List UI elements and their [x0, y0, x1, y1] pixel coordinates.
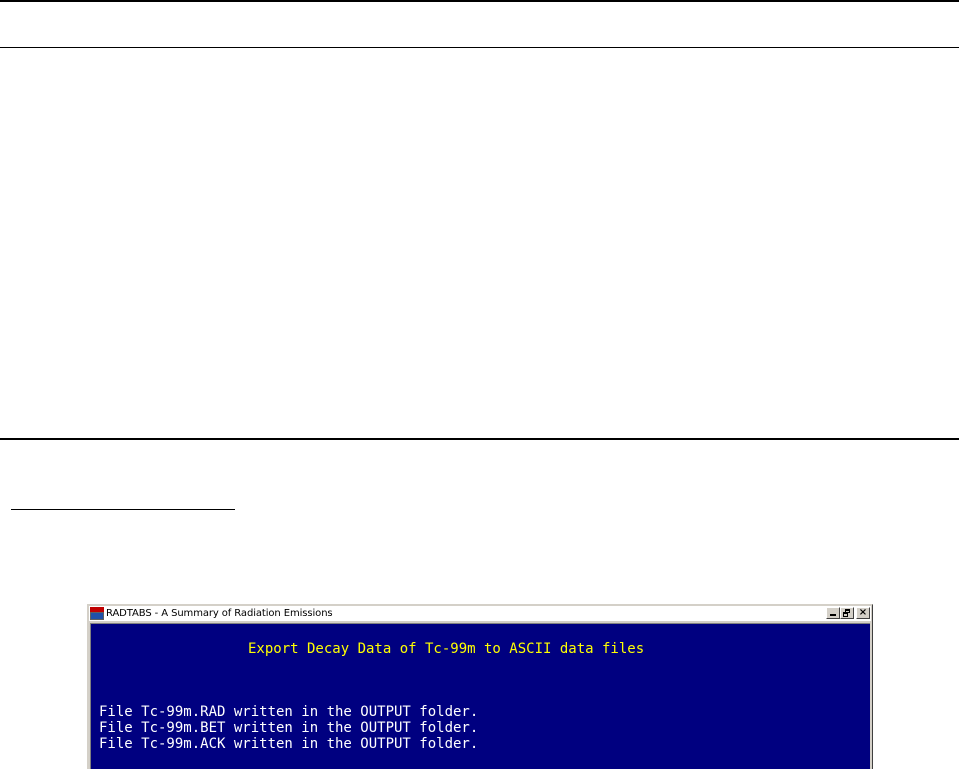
window-controls: × [826, 607, 870, 619]
footnote-rule [11, 509, 235, 510]
window-title: RADTABS - A Summary of Radiation Emissio… [106, 608, 333, 619]
minimize-icon [830, 614, 836, 616]
console-line: File Tc-99m.BET written in the OUTPUT fo… [99, 720, 479, 736]
minimize-button[interactable] [826, 607, 840, 619]
section-rule [0, 438, 959, 440]
close-button[interactable]: × [856, 607, 870, 619]
window-titlebar[interactable]: RADTABS - A Summary of Radiation Emissio… [89, 606, 871, 621]
restore-button[interactable] [840, 607, 854, 619]
radtabs-app-icon[interactable] [90, 607, 104, 620]
restore-icon [843, 609, 851, 617]
console-area: Export Decay Data of Tc-99m to ASCII dat… [90, 623, 870, 769]
console-line: File Tc-99m.RAD written in the OUTPUT fo… [99, 704, 479, 720]
console-heading: Export Decay Data of Tc-99m to ASCII dat… [248, 641, 645, 657]
top-rule [0, 0, 959, 2]
radtabs-window: RADTABS - A Summary of Radiation Emissio… [87, 604, 873, 769]
document-page: RADTABS - A Summary of Radiation Emissio… [0, 0, 959, 769]
console-line: File Tc-99m.ACK written in the OUTPUT fo… [99, 736, 479, 752]
header-rule [0, 47, 959, 48]
close-icon: × [858, 607, 868, 618]
